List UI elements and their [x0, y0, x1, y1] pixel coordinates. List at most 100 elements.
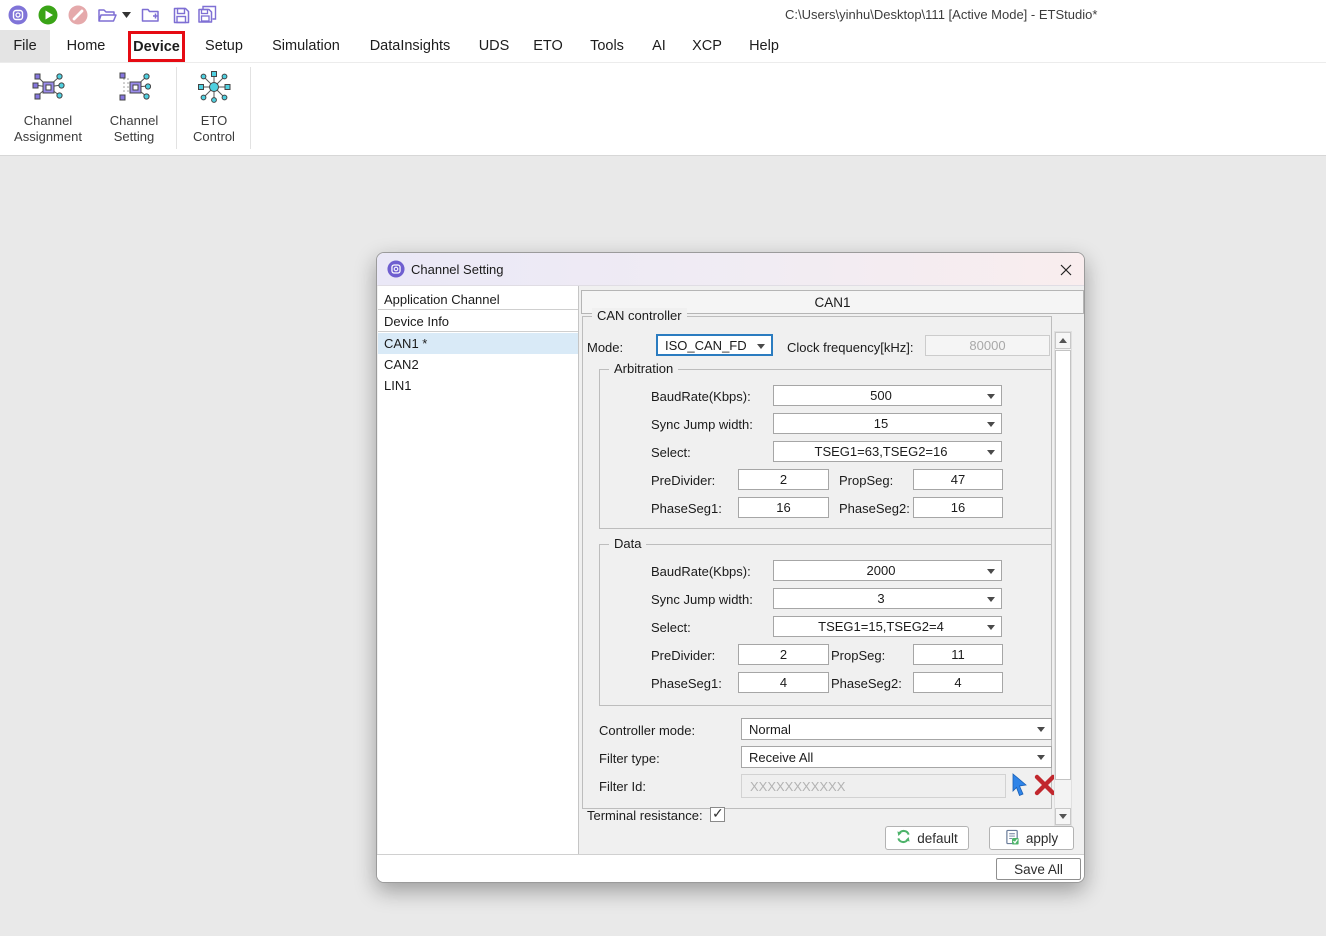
eto-control-icon [197, 70, 231, 109]
save-all-button[interactable]: Save All [996, 858, 1081, 880]
menu-item-file[interactable]: File [0, 30, 50, 62]
window-title: C:\Users\yinhu\Desktop\111 [Active Mode]… [785, 7, 1097, 22]
channel-setting-icon [117, 70, 151, 109]
menu-item-device[interactable]: Device [133, 31, 180, 63]
data-select-label: Select: [651, 620, 691, 635]
filter-id-label: Filter Id: [599, 779, 646, 794]
menu-item-home[interactable]: Home [63, 30, 109, 62]
arb-baudrate-dropdown[interactable]: 500 [773, 385, 1002, 406]
dialog-footer: Save All [377, 854, 1085, 883]
clear-filter-icon[interactable] [1034, 774, 1056, 801]
arb-sjw-dropdown[interactable]: 15 [773, 413, 1002, 434]
data-sjw-dropdown[interactable]: 3 [773, 588, 1002, 609]
close-icon[interactable] [1056, 260, 1076, 280]
scrollbar-thumb[interactable] [1055, 350, 1071, 780]
ribbon: ChannelAssignment [0, 63, 1326, 156]
scroll-up-icon[interactable] [1055, 332, 1071, 349]
menu-item-uds[interactable]: UDS [477, 30, 511, 62]
terminal-resistance-checkbox[interactable] [710, 807, 725, 822]
controller-mode-dropdown[interactable]: Normal [741, 718, 1052, 740]
data-select-dropdown[interactable]: TSEG1=15,TSEG2=4 [773, 616, 1002, 637]
list-item-can1[interactable]: CAN1 * [378, 333, 578, 354]
new-project-icon[interactable] [139, 4, 161, 26]
data-phaseseg2-label: PhaseSeg2: [831, 676, 902, 691]
ribbon-separator [176, 67, 177, 149]
data-propseg-label: PropSeg: [831, 648, 885, 663]
arb-phaseseg1-field[interactable] [738, 497, 829, 518]
scroll-down-icon[interactable] [1055, 808, 1071, 825]
mode-label: Mode: [587, 340, 623, 355]
menu-item-eto[interactable]: ETO [532, 30, 564, 62]
panel-scrollbar[interactable] [1054, 331, 1072, 826]
data-phaseseg1-field[interactable] [738, 672, 829, 693]
channel-setting-button[interactable]: ChannelSetting [98, 70, 170, 145]
chevron-down-icon [987, 394, 995, 399]
chevron-down-icon [757, 344, 765, 349]
filter-type-dropdown[interactable]: Receive All [741, 746, 1052, 768]
list-item-application-channel[interactable]: Application Channel [378, 289, 578, 310]
save-icon[interactable] [170, 4, 192, 26]
data-phaseseg2-field[interactable] [913, 672, 1003, 693]
arbitration-legend: Arbitration [609, 361, 678, 376]
list-item-lin1[interactable]: LIN1 [378, 375, 578, 396]
menu-item-simulation[interactable]: Simulation [272, 30, 340, 62]
channel-assignment-label: ChannelAssignment [14, 113, 82, 145]
stop-icon [67, 4, 89, 26]
chevron-down-icon [987, 450, 995, 455]
menu-item-ai[interactable]: AI [649, 30, 669, 62]
arb-phaseseg2-label: PhaseSeg2: [839, 501, 910, 516]
open-dropdown-icon[interactable] [120, 4, 132, 26]
apply-button[interactable]: apply [989, 826, 1074, 850]
save-all-icon[interactable] [197, 4, 219, 26]
arb-propseg-field[interactable] [913, 469, 1003, 490]
arb-phaseseg1-label: PhaseSeg1: [651, 501, 722, 516]
menu-item-help[interactable]: Help [745, 30, 783, 62]
menu-bar: File Home Device Setup Simulation DataIn… [0, 30, 1326, 63]
channel-assignment-button[interactable]: ChannelAssignment [6, 70, 90, 145]
data-baudrate-dropdown[interactable]: 2000 [773, 560, 1002, 581]
run-icon[interactable] [37, 4, 59, 26]
chevron-down-icon [987, 569, 995, 574]
menu-item-datainsights[interactable]: DataInsights [371, 30, 449, 62]
app-logo-icon [7, 4, 29, 26]
arb-propseg-label: PropSeg: [839, 473, 893, 488]
channel-assignment-icon [31, 70, 65, 109]
arb-select-label: Select: [651, 445, 691, 460]
data-predivider-field[interactable] [738, 644, 829, 665]
clock-frequency-label: Clock frequency[kHz]: [787, 340, 913, 355]
channel-settings-panel: CAN1 CAN controller Mode: ISO_CAN_FD Clo… [579, 286, 1085, 854]
menu-item-xcp[interactable]: XCP [689, 30, 725, 62]
data-predivider-label: PreDivider: [651, 648, 715, 663]
filter-type-label: Filter type: [599, 751, 660, 766]
open-project-icon[interactable] [96, 4, 118, 26]
chevron-down-icon [987, 625, 995, 630]
data-legend: Data [609, 536, 646, 551]
arb-predivider-field[interactable] [738, 469, 829, 490]
menu-item-setup[interactable]: Setup [201, 30, 247, 62]
chevron-down-icon [987, 597, 995, 602]
arb-phaseseg2-field[interactable] [913, 497, 1003, 518]
data-phaseseg1-label: PhaseSeg1: [651, 676, 722, 691]
mode-dropdown[interactable]: ISO_CAN_FD [656, 334, 773, 356]
data-propseg-field[interactable] [913, 644, 1003, 665]
application-window: C:\Users\yinhu\Desktop\111 [Active Mode]… [0, 0, 1326, 936]
default-button[interactable]: default [885, 826, 969, 850]
quick-access-toolbar: C:\Users\yinhu\Desktop\111 [Active Mode]… [0, 0, 1326, 30]
arb-baudrate-label: BaudRate(Kbps): [651, 389, 751, 404]
chevron-down-icon [1037, 755, 1045, 760]
can-controller-legend: CAN controller [592, 308, 687, 323]
chevron-down-icon [987, 422, 995, 427]
list-item-can2[interactable]: CAN2 [378, 354, 578, 375]
menu-item-tools[interactable]: Tools [588, 30, 626, 62]
data-baudrate-label: BaudRate(Kbps): [651, 564, 751, 579]
eto-control-button[interactable]: ETOControl [184, 70, 244, 145]
arb-select-dropdown[interactable]: TSEG1=63,TSEG2=16 [773, 441, 1002, 462]
channel-list: Application Channel Device Info CAN1 * C… [378, 286, 579, 854]
data-sjw-label: Sync Jump width: [651, 592, 753, 607]
apply-check-icon [1005, 829, 1020, 848]
device-annotation-box: Device [128, 31, 185, 62]
list-item-device-info[interactable]: Device Info [378, 311, 578, 332]
refresh-icon [896, 829, 911, 847]
dialog-titlebar[interactable]: Channel Setting [377, 253, 1085, 286]
cursor-pick-icon[interactable] [1010, 773, 1031, 802]
